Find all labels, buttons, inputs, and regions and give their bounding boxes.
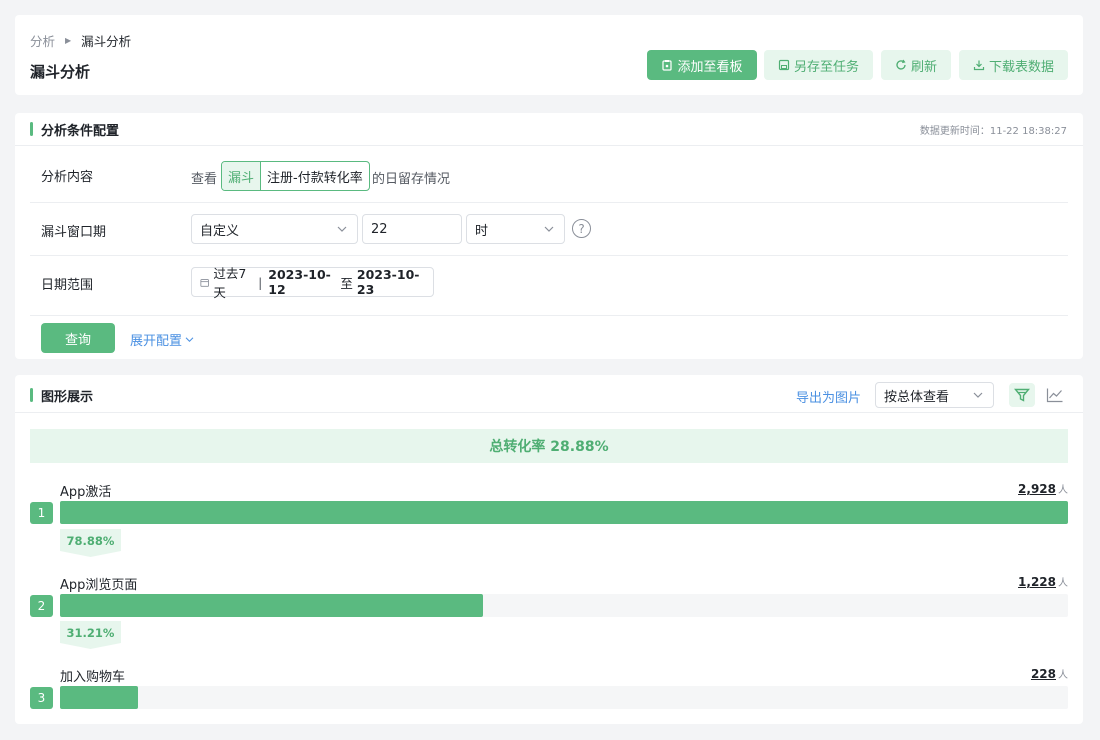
expand-config-label: 展开配置 bbox=[130, 334, 183, 349]
header-card: 分析 ▶ 漏斗分析 漏斗分析 添加至看板 另存至任务 刷新 下载表数据 bbox=[15, 15, 1083, 95]
date-start: 2023-10-12 bbox=[268, 267, 331, 297]
funnel-step-unit: 人 bbox=[1058, 578, 1068, 589]
date-end: 2023-10-23 bbox=[356, 267, 420, 297]
date-to: 至 bbox=[340, 275, 353, 291]
line-chart-icon bbox=[1046, 388, 1063, 403]
funnel-step-name: App激活 bbox=[60, 485, 112, 500]
funnel-tag[interactable]: 漏斗 注册-付款转化率 bbox=[221, 161, 370, 191]
chevron-down-icon bbox=[544, 226, 554, 232]
funnel-step-value[interactable]: 1,228 bbox=[1018, 575, 1056, 589]
funnel-tag-name: 注册-付款转化率 bbox=[267, 170, 363, 186]
conversion-rate-badge: 31.21% bbox=[60, 621, 121, 649]
section-marker bbox=[30, 122, 33, 136]
save-task-button[interactable]: 另存至任务 bbox=[764, 50, 873, 80]
funnel-tag-type: 漏斗 bbox=[222, 162, 262, 190]
breadcrumb-current: 漏斗分析 bbox=[81, 34, 132, 49]
download-icon bbox=[973, 60, 985, 71]
content-prefix: 查看 bbox=[191, 172, 218, 187]
funnel-bar-track bbox=[60, 686, 1068, 709]
expand-config-link[interactable]: 展开配置 bbox=[130, 330, 194, 349]
funnel-step-count: 228 人 bbox=[1031, 666, 1068, 681]
refresh-button[interactable]: 刷新 bbox=[881, 50, 951, 80]
window-unit-select[interactable]: 时 bbox=[466, 214, 565, 244]
date-separator: | bbox=[258, 274, 263, 290]
chart-title: 图形展示 bbox=[41, 390, 94, 405]
conversion-rate-value: 31.21% bbox=[66, 626, 115, 640]
funnel-view-button[interactable] bbox=[1009, 383, 1035, 407]
breadcrumb: 分析 ▶ 漏斗分析 bbox=[30, 31, 131, 50]
view-mode-value: 按总体查看 bbox=[884, 389, 950, 405]
funnel-bar[interactable] bbox=[60, 594, 483, 617]
page-title: 漏斗分析 bbox=[30, 63, 91, 81]
refresh-label: 刷新 bbox=[910, 59, 937, 75]
total-conversion-banner: 总转化率 28.88% bbox=[30, 429, 1068, 463]
content-suffix: 的日留存情况 bbox=[372, 172, 451, 187]
funnel-step-count: 1,228 人 bbox=[1018, 574, 1068, 589]
funnel-step-name: 加入购物车 bbox=[60, 670, 126, 685]
content-row: 分析内容 bbox=[30, 146, 1068, 203]
calendar-icon bbox=[200, 278, 209, 287]
chevron-down-icon bbox=[973, 392, 983, 398]
funnel-step-number: 1 bbox=[30, 502, 53, 524]
funnel-bar-track bbox=[60, 501, 1068, 524]
funnel-bar[interactable] bbox=[60, 686, 138, 709]
config-card: 分析条件配置 数据更新时间：11-22 18:38:27 分析内容 查看 漏斗 … bbox=[15, 113, 1083, 359]
chevron-down-icon bbox=[337, 226, 347, 232]
update-time: 数据更新时间：11-22 18:38:27 bbox=[919, 126, 1067, 137]
funnel-bar[interactable] bbox=[60, 501, 1068, 524]
save-icon bbox=[778, 59, 790, 71]
window-unit-value: 时 bbox=[475, 223, 489, 239]
content-label: 分析内容 bbox=[41, 170, 94, 185]
download-button[interactable]: 下载表数据 bbox=[959, 50, 1068, 80]
date-label: 日期范围 bbox=[41, 278, 94, 293]
view-mode-select[interactable]: 按总体查看 bbox=[875, 382, 994, 408]
add-dashboard-label: 添加至看板 bbox=[677, 59, 743, 75]
breadcrumb-root[interactable]: 分析 bbox=[30, 31, 55, 50]
window-value: 22 bbox=[371, 221, 388, 237]
conversion-rate-value: 78.88% bbox=[66, 534, 115, 548]
clipboard-icon bbox=[662, 60, 673, 71]
funnel-step-value[interactable]: 228 bbox=[1031, 667, 1056, 681]
funnel-step-count: 2,928 人 bbox=[1018, 481, 1068, 496]
funnel-icon bbox=[1014, 388, 1030, 402]
add-dashboard-button[interactable]: 添加至看板 bbox=[647, 50, 757, 80]
section-marker bbox=[30, 388, 33, 402]
date-range-picker[interactable]: 过去7天 | 2023-10-12 至 2023-10-23 bbox=[191, 266, 434, 300]
export-image-link[interactable]: 导出为图片 bbox=[796, 387, 861, 406]
window-label: 漏斗窗口期 bbox=[41, 225, 107, 240]
save-task-label: 另存至任务 bbox=[793, 59, 859, 75]
funnel-step-unit: 人 bbox=[1058, 485, 1068, 496]
query-button[interactable]: 查询 bbox=[41, 323, 115, 353]
funnel-step-number: 3 bbox=[30, 687, 53, 709]
window-value-input[interactable]: 22 bbox=[362, 214, 462, 244]
window-mode-value: 自定义 bbox=[200, 223, 240, 239]
chart-card: 图形展示 导出为图片 按总体查看 总转化率 28.88% App激活 2,928 人… bbox=[15, 375, 1083, 724]
funnel-bar-track bbox=[60, 594, 1068, 617]
caret-right-icon: ▶ bbox=[65, 36, 72, 45]
config-header: 分析条件配置 数据更新时间：11-22 18:38:27 bbox=[15, 113, 1083, 146]
refresh-icon bbox=[896, 59, 906, 70]
line-view-button[interactable] bbox=[1042, 383, 1068, 407]
funnel-step-name: App浏览页面 bbox=[60, 578, 138, 593]
help-icon[interactable]: ? bbox=[572, 219, 591, 238]
funnel-step-value[interactable]: 2,928 bbox=[1018, 482, 1056, 496]
funnel-step-number: 2 bbox=[30, 595, 53, 617]
date-row: 日期范围 bbox=[30, 256, 1068, 316]
window-mode-select[interactable]: 自定义 bbox=[191, 214, 358, 244]
funnel-step-unit: 人 bbox=[1058, 670, 1068, 681]
download-label: 下载表数据 bbox=[988, 59, 1054, 75]
date-preset: 过去7天 bbox=[213, 266, 247, 300]
chart-header: 图形展示 导出为图片 按总体查看 bbox=[15, 375, 1083, 413]
config-title: 分析条件配置 bbox=[41, 124, 120, 139]
conversion-rate-badge: 78.88% bbox=[60, 529, 121, 557]
chevron-down-icon bbox=[185, 337, 194, 342]
